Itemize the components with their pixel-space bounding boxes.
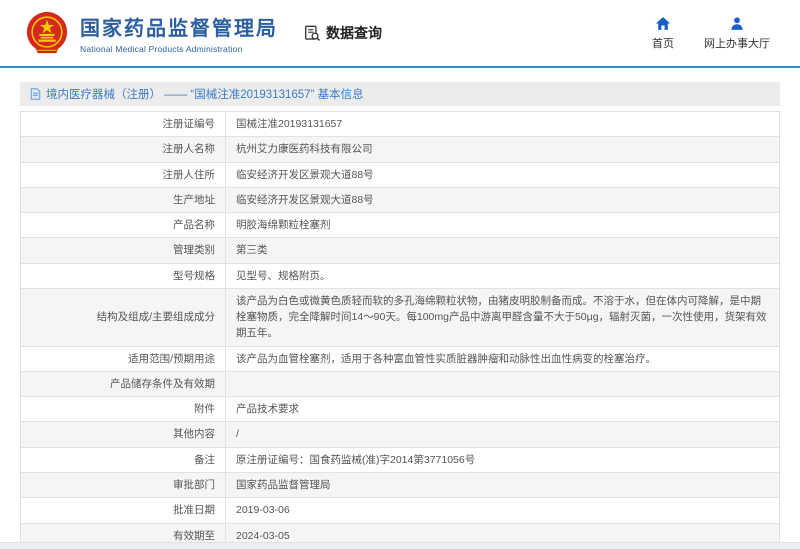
table-row: 批准日期 2019-03-06 <box>20 497 780 524</box>
row-value: 国家药品监督管理局 <box>225 471 780 499</box>
info-table-body: 注册证编号 国械注准20193131657 注册人名称 杭州艾力康医药科技有限公司 注册… <box>20 110 780 549</box>
table-row: 注册人住所 临安经济开发区景观大道88号 <box>20 161 780 188</box>
data-query-label: 数据查询 <box>326 25 382 41</box>
table-row: 结构及组成/主要组成成分 该产品为白色或微黄色质轻而软的多孔海绵颗粒状物，由猪皮明… <box>20 287 780 347</box>
row-value: 杭州艾力康医药科技有限公司 <box>225 136 780 163</box>
row-label: 批准日期 <box>20 497 226 524</box>
row-value: 该产品为血管栓塞剂，适用于各种富血管性实质脏器肿瘤和动脉性出血性病变的栓塞治疗。 <box>225 345 780 372</box>
row-label: 生产地址 <box>20 186 226 214</box>
row-label: 注册人名称 <box>20 136 226 163</box>
national-emblem-icon <box>24 10 70 56</box>
table-row: 生产地址 临安经济开发区景观大道88号 <box>20 186 780 214</box>
row-label: 备注 <box>20 446 226 473</box>
row-value: 产品技术要求 <box>225 396 780 423</box>
table-row: 注册人名称 杭州艾力康医药科技有限公司 <box>20 136 780 163</box>
org-name-en: National Medical Products Administration <box>80 44 243 54</box>
registration-info-table: 注册证编号 国械注准20193131657 注册人名称 杭州艾力康医药科技有限公司 注册… <box>20 110 780 549</box>
home-icon <box>655 16 671 31</box>
breadcrumb: 境内医疗器械（注册） —— “国械注准20193131657” 基本信息 <box>20 82 780 106</box>
document-icon <box>30 88 41 100</box>
site-header: 国家药品监督管理局 National Medical Products Admi… <box>0 0 800 68</box>
row-value: 临安经济开发区景观大道88号 <box>225 161 780 188</box>
row-value: 2019-03-06 <box>225 497 780 524</box>
row-label: 注册人住所 <box>20 161 226 188</box>
nav-service-hall-label: 网上办事大厅 <box>704 37 770 50</box>
row-value: 临安经济开发区景观大道88号 <box>225 186 780 214</box>
row-label: 适用范围/预期用途 <box>20 345 226 372</box>
row-label: 产品储存条件及有效期 <box>20 370 226 398</box>
row-value: 国械注准20193131657 <box>225 110 780 138</box>
nav-home-label: 首页 <box>652 37 674 50</box>
org-title-block: 国家药品监督管理局 National Medical Products Admi… <box>80 12 278 54</box>
table-row: 型号规格 见型号、规格附页。 <box>20 262 780 289</box>
table-row: 其他内容 / <box>20 421 780 448</box>
row-value: 明胶海绵颗粒栓塞剂 <box>225 212 780 239</box>
row-label: 型号规格 <box>20 262 226 289</box>
row-value <box>225 370 780 398</box>
row-value: 第三类 <box>225 237 780 264</box>
data-query-tab[interactable]: 数据查询 <box>304 23 382 43</box>
row-label: 其他内容 <box>20 421 226 448</box>
row-label: 结构及组成/主要组成成分 <box>20 287 226 347</box>
org-name: 国家药品监督管理局 <box>80 18 278 40</box>
table-row: 附件 产品技术要求 <box>20 396 780 423</box>
document-search-icon <box>304 25 321 42</box>
row-label: 注册证编号 <box>20 110 226 138</box>
row-value: 原注册证编号：国食药监械(准)字2014第3771056号 <box>225 446 780 473</box>
user-icon <box>729 16 745 31</box>
table-row: 审批部门 国家药品监督管理局 <box>20 471 780 499</box>
table-row: 备注 原注册证编号：国食药监械(准)字2014第3771056号 <box>20 446 780 473</box>
row-label: 管理类别 <box>20 237 226 264</box>
row-label: 产品名称 <box>20 212 226 239</box>
table-row: 产品储存条件及有效期 <box>20 370 780 398</box>
table-row: 产品名称 明胶海绵颗粒栓塞剂 <box>20 212 780 239</box>
breadcrumb-text: 境内医疗器械（注册） —— “国械注准20193131657” 基本信息 <box>46 89 364 101</box>
table-row: 管理类别 第三类 <box>20 237 780 264</box>
table-row: 适用范围/预期用途 该产品为血管栓塞剂，适用于各种富血管性实质脏器肿瘤和动脉性出血… <box>20 345 780 372</box>
table-row: 注册证编号 国械注准20193131657 <box>20 110 780 138</box>
row-value: 见型号、规格附页。 <box>225 262 780 289</box>
footer-strip <box>0 542 800 549</box>
row-value: 该产品为白色或微黄色质轻而软的多孔海绵颗粒状物，由猪皮明胶制备而成。不溶于水，但… <box>225 287 780 347</box>
nav-service-hall[interactable]: 网上办事大厅 <box>704 16 770 51</box>
nav-home[interactable]: 首页 <box>652 16 674 51</box>
header-nav: 首页 网上办事大厅 <box>652 16 770 51</box>
logo[interactable]: 国家药品监督管理局 National Medical Products Admi… <box>24 10 278 56</box>
row-label: 审批部门 <box>20 471 226 499</box>
row-value: / <box>225 421 780 448</box>
row-label: 附件 <box>20 396 226 423</box>
